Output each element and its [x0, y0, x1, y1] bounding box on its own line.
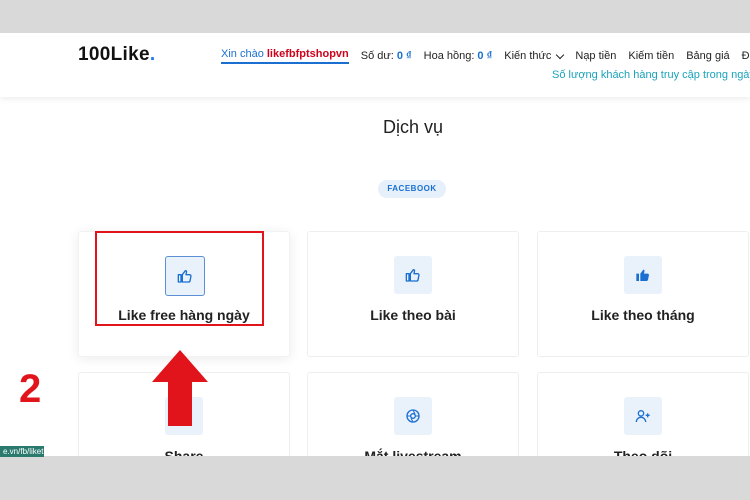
nav-pricing-label: Bảng giá	[686, 50, 730, 62]
chevron-down-icon	[556, 50, 565, 59]
user-greeting[interactable]: Xin chào likefbfptshopvn	[221, 48, 349, 64]
service-card-like-post[interactable]: Like theo bài	[307, 231, 519, 357]
service-label: Like theo tháng	[591, 307, 695, 323]
nav-logout-label: Đăng xuất	[741, 50, 750, 62]
visitor-count: Số lượng khách hàng truy cập trong ngày:…	[552, 69, 750, 81]
top-navbar: 100Like. Xin chào likefbfptshopvn Số dư:…	[0, 33, 750, 97]
annotation-arrow-up-icon	[152, 350, 208, 426]
main-nav: Xin chào likefbfptshopvn Số dư: 0 ₫ Hoa h…	[221, 48, 750, 64]
service-card-like-month[interactable]: Like theo tháng	[537, 231, 749, 357]
nav-earn[interactable]: Kiếm tiền	[628, 50, 674, 62]
user-plus-icon	[624, 397, 662, 435]
nav-deposit-label: Nạp tiền	[575, 50, 617, 62]
thumbs-up-filled-icon	[624, 256, 662, 294]
service-label: Like theo bài	[370, 307, 456, 323]
commission-label: Hoa hồng:	[423, 50, 475, 62]
annotation-highlight-box	[95, 231, 264, 326]
greeting-label: Xin chào	[221, 48, 264, 60]
status-url: e.vn/fb/liketr	[0, 446, 44, 457]
service-label: Theo dõi	[613, 448, 673, 456]
service-card-livestream-views[interactable]: Mắt livestream	[307, 372, 519, 456]
thumbs-up-outline-icon	[394, 256, 432, 294]
nav-deposit[interactable]: Nạp tiền	[575, 50, 616, 62]
site-logo[interactable]: 100Like.	[78, 44, 155, 66]
service-label: Share	[164, 448, 204, 456]
nav-knowledge-label: Kiến thức	[504, 50, 552, 62]
balance: Số dư: 0 ₫	[361, 50, 412, 62]
balance-label: Số dư:	[360, 50, 394, 62]
annotation-step-number: 2	[19, 367, 42, 411]
nav-earn-label: Kiếm tiền	[628, 50, 675, 62]
nav-logout[interactable]: Đăng xuất	[742, 50, 750, 62]
balance-value: 0 ₫	[396, 50, 412, 62]
camera-aperture-icon	[394, 397, 432, 435]
username: likefbfptshopvn	[266, 48, 349, 60]
commission: Hoa hồng: 0 ₫	[424, 50, 493, 62]
category-tag-facebook[interactable]: FACEBOOK	[378, 180, 446, 198]
service-label: Mắt livestream	[364, 448, 462, 456]
section-heading: Dịch vụ	[382, 117, 444, 137]
service-card-follow[interactable]: Theo dõi	[537, 372, 749, 456]
nav-knowledge-menu[interactable]: Kiến thức	[504, 50, 565, 62]
nav-pricing[interactable]: Bảng giá	[686, 50, 729, 62]
commission-value: 0 ₫	[477, 50, 493, 62]
